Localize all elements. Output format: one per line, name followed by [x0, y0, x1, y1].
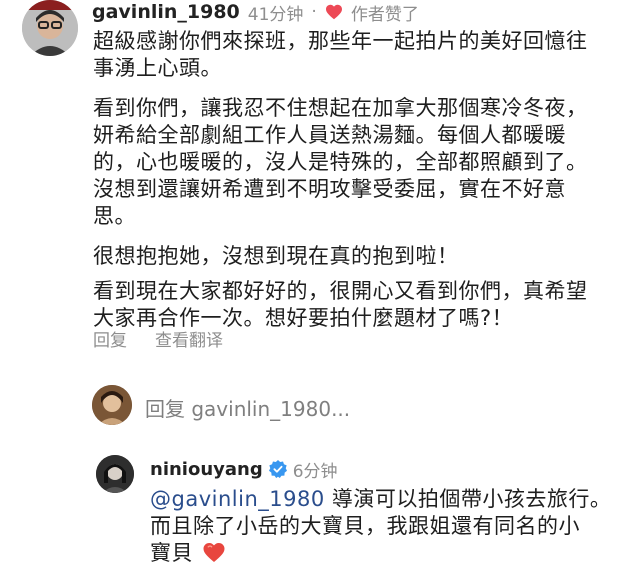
verified-badge-icon — [268, 460, 287, 478]
reply-button[interactable]: 回复 — [93, 326, 127, 351]
avatar-portrait-icon — [92, 385, 132, 425]
comment1-paragraph: 很想抱抱她，沒想到現在真的抱到啦！ — [93, 243, 623, 270]
text-line: @gavinlin_1980 導演可以拍個帶小孩去旅行。 — [150, 486, 630, 513]
reply-avatar — [92, 385, 132, 425]
text-line: 很想抱抱她，沒想到現在真的抱到啦！ — [93, 244, 459, 268]
text-line: 事湧上心頭。 — [93, 56, 222, 80]
comment1-header: gavinlin_1980 41分钟 · 作者赞了 — [92, 0, 419, 25]
comment2-text: @gavinlin_1980 導演可以拍個帶小孩去旅行。 而且除了小岳的大寶貝，… — [150, 486, 630, 570]
text-line: 的，心也暖暖的，沒人是特殊的，全部都照顧到了。 — [93, 150, 588, 174]
comment2-header: niniouyang 6分钟 — [150, 457, 338, 482]
comment1-dot: · — [311, 2, 317, 22]
text-line: 看到你們，讓我忍不住想起在加拿大那個寒冷冬夜， — [93, 96, 588, 120]
reply-input[interactable]: 回复 gavinlin_1980... — [145, 393, 350, 422]
liked-heart-icon — [325, 4, 343, 20]
comment2-time: 6分钟 — [292, 461, 338, 482]
mention-link[interactable]: @gavinlin_1980 — [150, 487, 325, 511]
text-line: 妍希給全部劇組工作人員送熱湯麵。每個人都暖暖 — [93, 123, 566, 147]
avatar-portrait-icon — [22, 0, 78, 56]
comment2-username[interactable]: niniouyang — [150, 459, 263, 480]
text-line: 看到現在大家都好好的，很開心又看到你們，真希望 — [93, 279, 588, 303]
text-line: 沒想到還讓妍希遭到不明攻擊受委屈，實在不好意 — [93, 177, 566, 201]
comment1-text: 超級感謝你們來探班，那些年一起拍片的美好回憶往 事湧上心頭。 看到你們，讓我忍不… — [93, 28, 623, 332]
translate-button[interactable]: 查看翻译 — [155, 326, 223, 351]
text-line: 而且除了小岳的大寶貝，我跟姐還有同名的小 — [150, 514, 580, 538]
comment1-paragraph: 超級感謝你們來探班，那些年一起拍片的美好回憶往 事湧上心頭。 — [93, 28, 623, 82]
heart-emoji-icon — [202, 542, 226, 570]
avatar-gavinlin[interactable] — [22, 0, 78, 56]
text-line: 思。 — [93, 204, 136, 228]
text-segment: 寶貝 — [150, 541, 193, 565]
comment1-paragraph: 看到你們，讓我忍不住想起在加拿大那個寒冷冬夜， 妍希給全部劇組工作人員送熱湯麵。… — [93, 95, 623, 230]
avatar-portrait-icon — [96, 455, 134, 493]
comment1-username[interactable]: gavinlin_1980 — [92, 1, 240, 23]
text-segment: 導演可以拍個帶小孩去旅行。 — [324, 487, 612, 511]
avatar-niniouyang[interactable] — [96, 455, 134, 493]
text-line: 寶貝 — [150, 540, 630, 570]
comment1-actions: 回复 查看翻译 — [93, 326, 223, 351]
text-line: 超級感謝你們來探班，那些年一起拍片的美好回憶往 — [93, 29, 588, 53]
comment1-paragraph: 看到現在大家都好好的，很開心又看到你們，真希望 大家再合作一次。想好要拍什麼題材… — [93, 278, 623, 332]
comment1-time: 41分钟 — [247, 4, 304, 25]
author-liked-label: 作者赞了 — [350, 4, 419, 25]
